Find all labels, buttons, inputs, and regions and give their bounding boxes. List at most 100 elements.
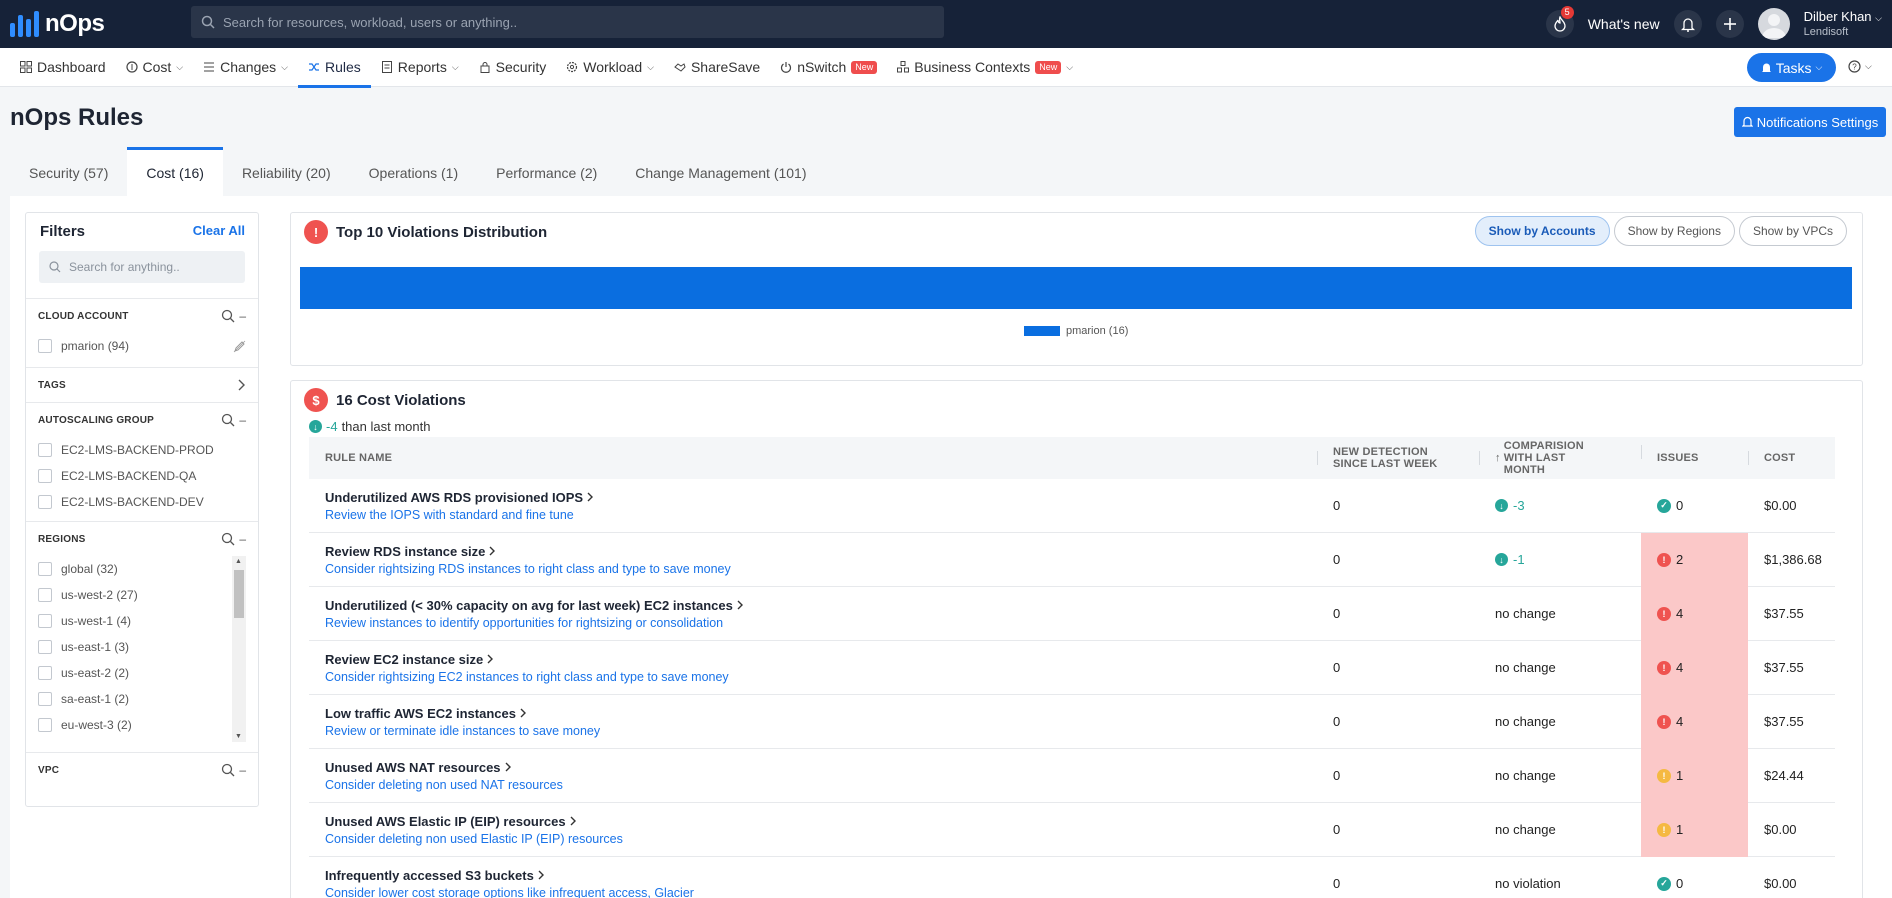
bar-segment-pmarion[interactable] — [300, 267, 1852, 309]
rule-name-link[interactable]: Unused AWS NAT resources — [325, 760, 1317, 775]
table-row[interactable]: Underutilized (< 30% capacity on avg for… — [309, 586, 1835, 641]
checkbox[interactable] — [38, 469, 52, 483]
table-row[interactable]: Underutilized AWS RDS provisioned IOPS Re… — [309, 479, 1835, 533]
issues-cell[interactable]: ! 2 — [1641, 532, 1748, 587]
nav-cost[interactable]: Cost ⌵ — [125, 48, 183, 87]
issues-cell[interactable]: ! 1 — [1641, 802, 1748, 857]
nav-reports[interactable]: Reports ⌵ — [381, 48, 459, 87]
search-icon[interactable] — [221, 413, 235, 427]
scroll-thumb[interactable] — [234, 570, 244, 618]
nav-changes[interactable]: Changes ⌵ — [203, 48, 288, 87]
scroll-down-icon[interactable]: ▼ — [235, 733, 242, 740]
rule-name-link[interactable]: Unused AWS Elastic IP (EIP) resources — [325, 814, 1317, 829]
rule-name-link[interactable]: Review RDS instance size — [325, 544, 1317, 559]
nav-nswitch[interactable]: nSwitch New — [780, 48, 878, 87]
filter-option[interactable]: eu-west-3 (2) — [38, 712, 246, 738]
issues-cell[interactable]: ✓ 0 — [1641, 857, 1748, 898]
search-icon[interactable] — [221, 532, 235, 546]
whats-new-link[interactable]: What's new — [1588, 16, 1660, 32]
column-rule-name[interactable]: RULE NAME — [309, 437, 1317, 479]
collapse-icon[interactable]: – — [239, 532, 246, 546]
help-menu[interactable]: ? ⌵ — [1848, 60, 1872, 73]
nav-workload[interactable]: Workload ⌵ — [566, 48, 654, 87]
avatar[interactable] — [1757, 8, 1790, 40]
filter-option[interactable]: EC2-LMS-BACKEND-QA — [38, 463, 246, 489]
table-row[interactable]: Review EC2 instance size Consider rightsi… — [309, 640, 1835, 695]
collapse-icon[interactable]: – — [239, 413, 246, 427]
table-row[interactable]: Infrequently accessed S3 buckets Consider… — [309, 857, 1835, 898]
nav-sharesave[interactable]: ShareSave — [674, 48, 760, 87]
issues-cell[interactable]: ✓ 0 — [1641, 479, 1748, 533]
checkbox[interactable] — [38, 718, 52, 732]
nav-rules[interactable]: Rules — [298, 48, 371, 88]
checkbox[interactable] — [38, 640, 52, 654]
issues-cell[interactable]: ! 4 — [1641, 586, 1748, 641]
issues-cell[interactable]: ! 4 — [1641, 694, 1748, 749]
table-row[interactable]: Review RDS instance size Consider rightsi… — [309, 532, 1835, 587]
user-menu[interactable]: Dilber Khan ⌵ Lendisoft — [1804, 9, 1882, 39]
tab-operations[interactable]: Operations (1) — [350, 147, 477, 196]
issues-cell[interactable]: ! 4 — [1641, 640, 1748, 695]
checkbox[interactable] — [38, 588, 52, 602]
column-issues[interactable]: ISSUES — [1641, 431, 1748, 485]
activity-button[interactable]: 5 — [1545, 6, 1574, 38]
global-search-input[interactable] — [223, 14, 923, 30]
rule-name-link[interactable]: Low traffic AWS EC2 instances — [325, 706, 1317, 721]
filter-option[interactable]: us-west-2 (27) — [38, 582, 246, 608]
tab-security[interactable]: Security (57) — [10, 147, 127, 196]
add-button[interactable] — [1715, 10, 1744, 38]
collapse-icon[interactable]: – — [239, 763, 246, 777]
filter-option[interactable]: EC2-LMS-BACKEND-PROD — [38, 437, 246, 463]
table-row[interactable]: Unused AWS NAT resources Consider deletin… — [309, 748, 1835, 803]
filter-option[interactable]: us-east-1 (3) — [38, 634, 246, 660]
tasks-button[interactable]: Tasks ⌵ — [1747, 53, 1836, 82]
nav-dashboard[interactable]: Dashboard — [20, 48, 106, 87]
tab-performance[interactable]: Performance (2) — [477, 147, 616, 196]
filter-option[interactable]: global (32) — [38, 556, 246, 582]
checkbox[interactable] — [38, 562, 52, 576]
checkbox[interactable] — [38, 614, 52, 628]
scroll-up-icon[interactable]: ▲ — [235, 558, 242, 565]
rule-name-link[interactable]: Underutilized (< 30% capacity on avg for… — [325, 598, 1317, 613]
rule-description[interactable]: Consider rightsizing RDS instances to ri… — [325, 562, 1317, 576]
filter-option[interactable]: EC2-LMS-BACKEND-DEV — [38, 489, 246, 515]
table-row[interactable]: Unused AWS Elastic IP (EIP) resources Con… — [309, 802, 1835, 857]
search-icon[interactable] — [221, 763, 235, 777]
column-cost[interactable]: COST — [1748, 437, 1835, 479]
nav-business-contexts[interactable]: Business Contexts New ⌵ — [897, 48, 1073, 87]
search-icon[interactable] — [221, 309, 235, 323]
rule-name-link[interactable]: Infrequently accessed S3 buckets — [325, 868, 1317, 883]
tab-change-management[interactable]: Change Management (101) — [616, 147, 825, 196]
show-by-accounts-button[interactable]: Show by Accounts — [1474, 216, 1610, 246]
sort-up-icon[interactable]: ↑ — [1495, 452, 1501, 464]
rule-description[interactable]: Review instances to identify opportuniti… — [325, 616, 1317, 630]
clear-all-link[interactable]: Clear All — [193, 223, 245, 240]
brand-logo[interactable]: nOps — [10, 10, 180, 38]
checkbox[interactable] — [38, 443, 52, 457]
filter-search-input[interactable] — [69, 260, 239, 274]
filter-tags[interactable]: TAGS — [26, 367, 258, 402]
notifications-settings-button[interactable]: Notifications Settings — [1734, 107, 1886, 137]
checkbox[interactable] — [38, 666, 52, 680]
filter-option[interactable]: us-east-2 (2) — [38, 660, 246, 686]
show-by-regions-button[interactable]: Show by Regions — [1613, 216, 1735, 246]
table-row[interactable]: Low traffic AWS EC2 instances Review or t… — [309, 694, 1835, 749]
rule-description[interactable]: Consider lower cost storage options like… — [325, 886, 1317, 898]
filter-search[interactable] — [39, 251, 245, 283]
tab-cost[interactable]: Cost (16) — [127, 147, 223, 196]
filter-option[interactable]: us-west-1 (4) — [38, 608, 246, 634]
nav-security[interactable]: Security — [479, 48, 546, 87]
issues-cell[interactable]: ! 1 — [1641, 748, 1748, 803]
show-by-vpcs-button[interactable]: Show by VPCs — [1738, 216, 1847, 246]
checkbox[interactable] — [38, 495, 52, 509]
edit-icon[interactable] — [233, 340, 246, 353]
checkbox[interactable] — [38, 692, 52, 706]
rule-description[interactable]: Consider deleting non used NAT resources — [325, 778, 1317, 792]
tab-reliability[interactable]: Reliability (20) — [223, 147, 350, 196]
rule-description[interactable]: Review the IOPS with standard and fine t… — [325, 508, 1317, 522]
regions-scrollbar[interactable]: ▲ ▼ — [232, 556, 246, 742]
rule-name-link[interactable]: Review EC2 instance size — [325, 652, 1317, 667]
rule-description[interactable]: Consider rightsizing EC2 instances to ri… — [325, 670, 1317, 684]
rule-description[interactable]: Review or terminate idle instances to sa… — [325, 724, 1317, 738]
checkbox[interactable] — [38, 339, 52, 353]
